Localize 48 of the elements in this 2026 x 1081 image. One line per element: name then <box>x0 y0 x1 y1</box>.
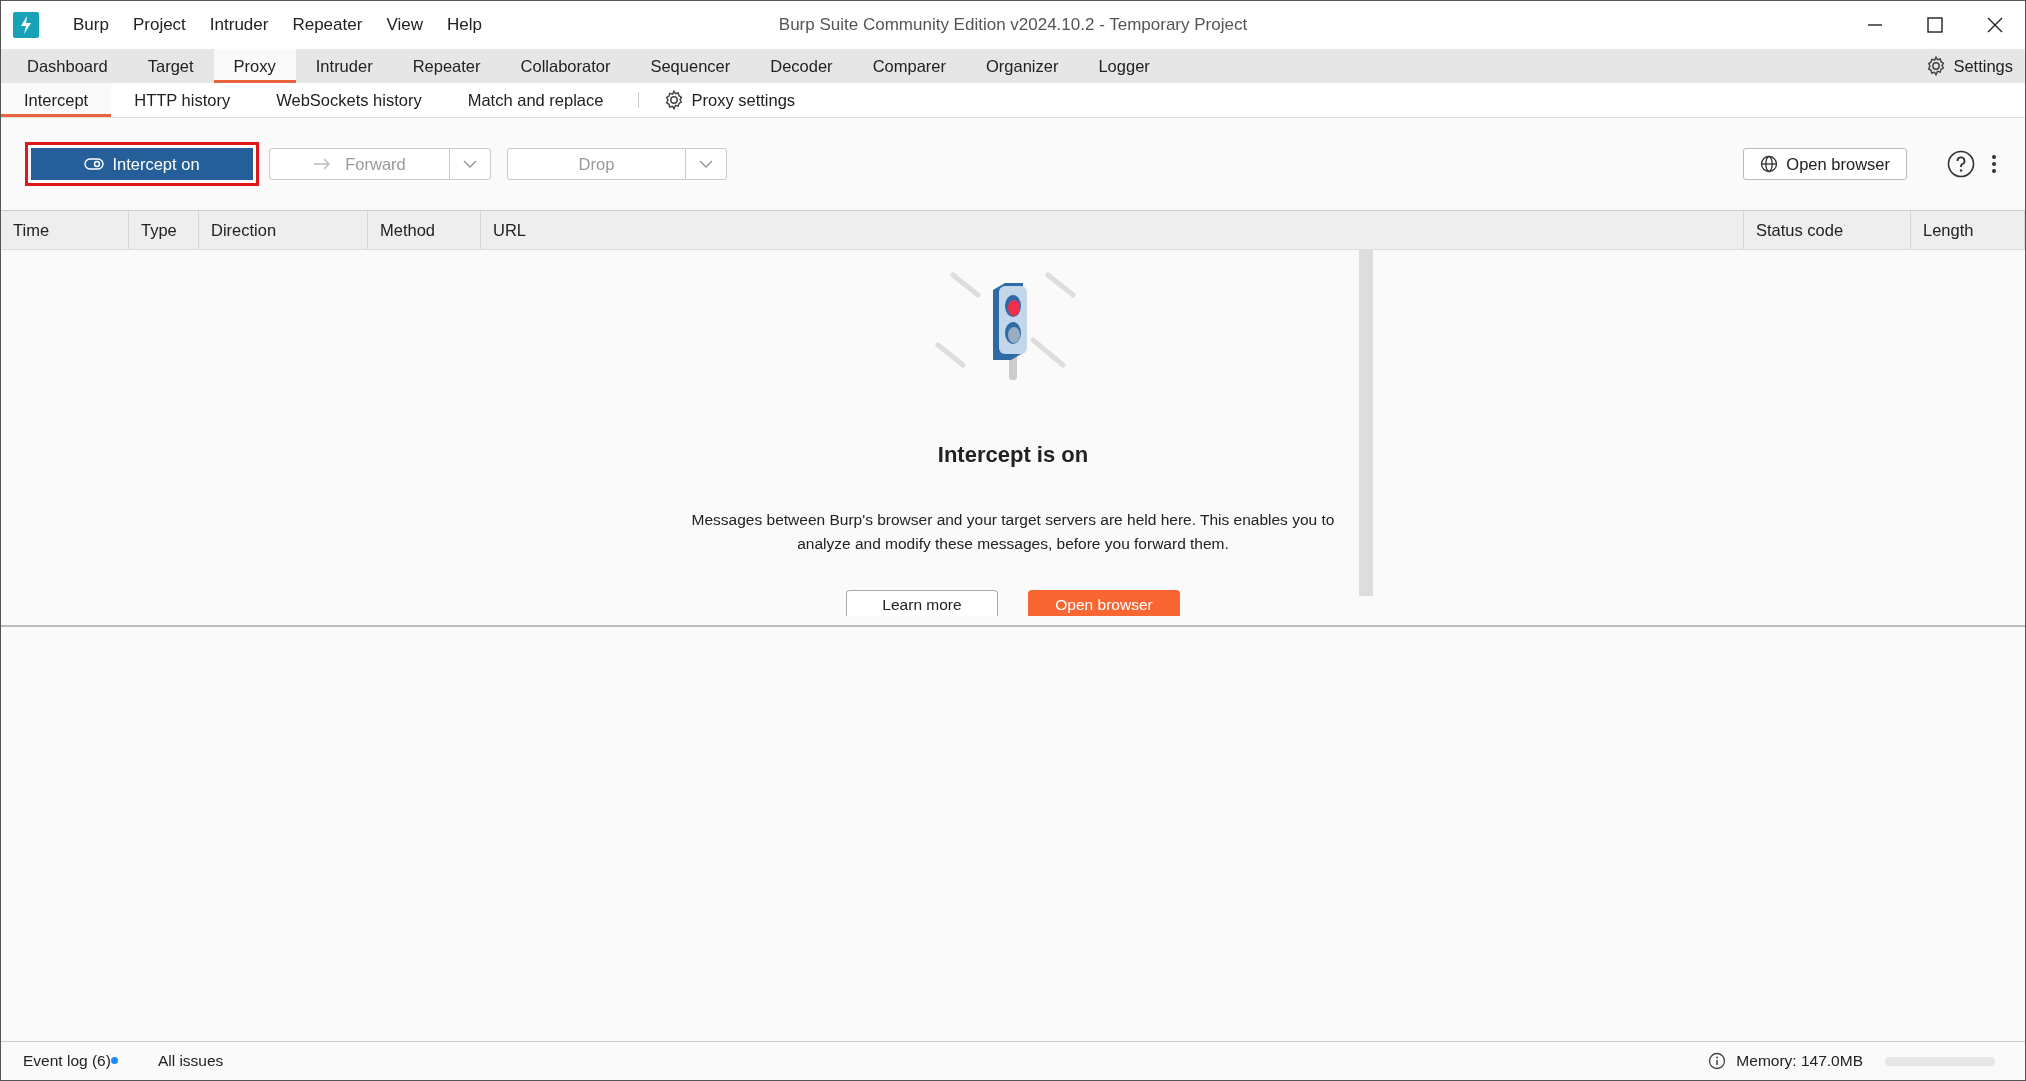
tab[interactable]: Comparer <box>852 49 966 83</box>
column-header[interactable]: URL <box>481 211 1744 249</box>
column-header[interactable]: Status code <box>1744 211 1911 249</box>
column-header[interactable]: Method <box>368 211 481 249</box>
globe-icon <box>1760 155 1779 173</box>
scrollbar[interactable] <box>1359 250 1373 596</box>
subtab[interactable]: Match and replace <box>444 83 627 117</box>
all-issues-button[interactable]: All issues <box>151 1051 230 1071</box>
caret-icon <box>699 160 713 168</box>
arrow-right-icon <box>313 158 332 170</box>
tab[interactable]: Dashboard <box>7 49 128 83</box>
tab[interactable]: Collaborator <box>500 49 631 83</box>
menu-item[interactable]: Burp <box>61 15 121 35</box>
column-header[interactable]: Type <box>129 211 199 249</box>
tab[interactable]: Sequencer <box>630 49 751 83</box>
window-title: Burp Suite Community Edition v2024.10.2 - Temporary Project <box>778 15 1248 34</box>
subtab[interactable]: Intercept <box>1 83 112 117</box>
tab[interactable]: Logger <box>1078 49 1170 83</box>
tab[interactable]: Organizer <box>966 49 1079 83</box>
open-browser-button[interactable]: Open browser <box>1743 148 1907 180</box>
empty-state-message: Messages between Burp's browser and your target servers are held here. This enables you to analyze and modify these messages, before you forward them. <box>690 510 1336 554</box>
memory-usage: Memory: 147.0MB <box>1736 1052 1863 1070</box>
learn-more-button[interactable]: Learn more <box>846 590 998 616</box>
tab[interactable]: Proxy <box>213 49 296 83</box>
subtab[interactable]: HTTP history <box>111 83 254 117</box>
toggle-icon <box>84 158 105 170</box>
help-icon[interactable] <box>1947 150 1975 178</box>
proxy-settings-button[interactable]: Proxy settings <box>651 83 808 117</box>
column-header[interactable]: Direction <box>199 211 368 249</box>
more-options-icon[interactable] <box>1991 154 1997 174</box>
menu-item[interactable]: Project <box>120 15 198 35</box>
tab[interactable]: Intruder <box>295 49 393 83</box>
event-log-button[interactable]: Event log (6) <box>23 1052 111 1070</box>
empty-state-title: Intercept is on <box>937 442 1089 468</box>
tab[interactable]: Target <box>127 49 214 83</box>
tab[interactable]: Decoder <box>750 49 853 83</box>
menu-item[interactable]: View <box>374 15 435 35</box>
menu-item[interactable]: Repeater <box>280 15 375 35</box>
menu-item[interactable]: Intruder <box>197 15 281 35</box>
caret-icon <box>463 160 477 168</box>
column-header[interactable]: Length <box>1911 211 2025 249</box>
subtab[interactable]: WebSockets history <box>253 83 445 117</box>
settings-button[interactable]: Settings <box>1913 49 2025 83</box>
info-icon <box>1708 1052 1727 1070</box>
column-header[interactable]: Time <box>1 211 129 249</box>
tab[interactable]: Repeater <box>392 49 501 83</box>
app-logo-icon <box>13 12 39 38</box>
menu-item[interactable]: Help <box>434 15 494 35</box>
